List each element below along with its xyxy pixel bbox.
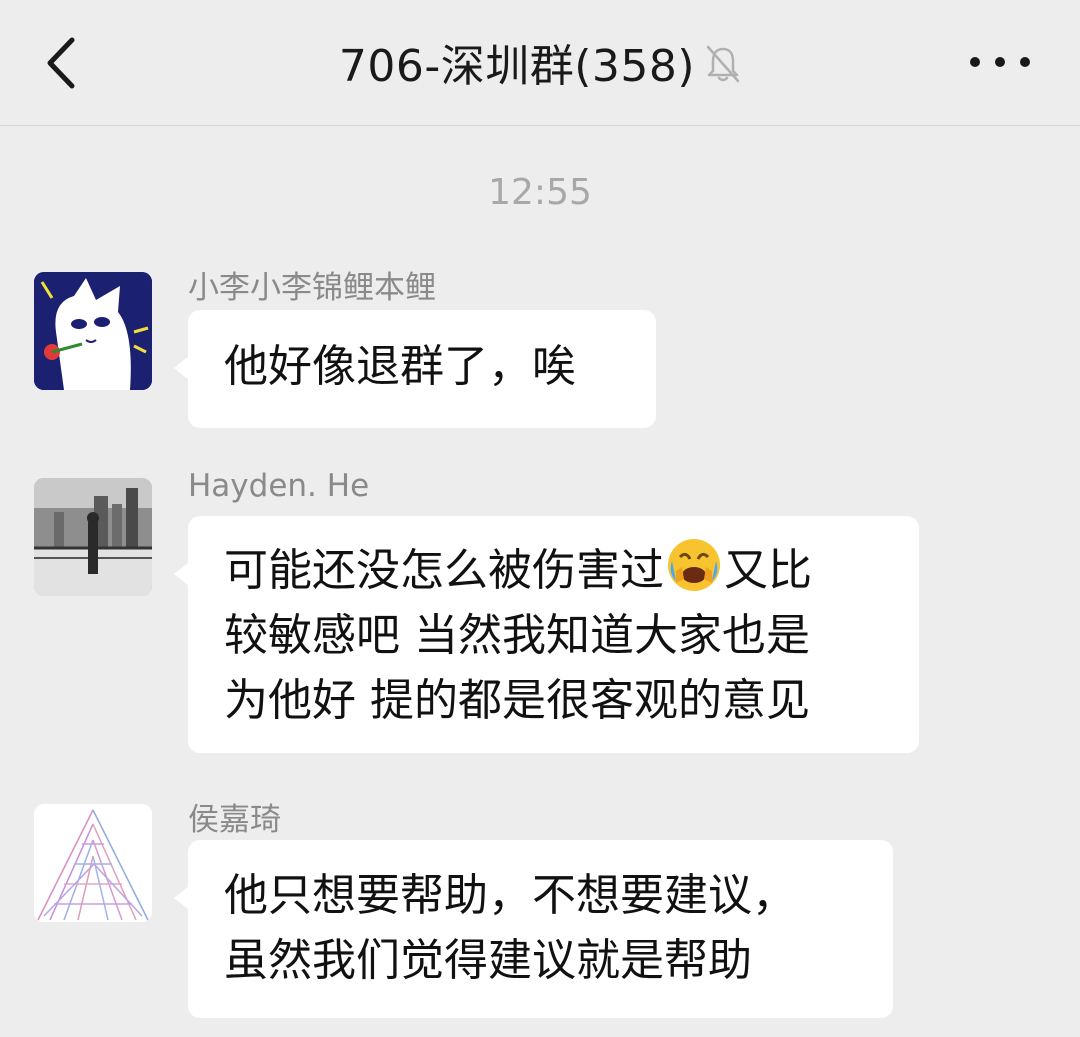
pattern-triangle-avatar	[34, 804, 152, 922]
message-bubble[interactable]: 他只想要帮助，不想要建议， 虽然我们觉得建议就是帮助	[174, 840, 893, 1018]
more-button[interactable]	[970, 50, 1030, 74]
message-timestamp: 12:55	[488, 172, 592, 213]
bell-muted-icon	[706, 45, 740, 83]
message-text: 又比	[724, 545, 812, 596]
sender-name: 小李小李锦鲤本鲤	[188, 270, 436, 306]
more-dot	[995, 57, 1005, 67]
city-photo-avatar	[34, 478, 152, 596]
face-with-tears-emoji-icon	[668, 539, 720, 591]
avatar[interactable]	[34, 478, 152, 596]
avatar[interactable]	[34, 272, 152, 390]
chat-header: 706-深圳群(358)	[0, 0, 1080, 126]
chat-screen: 706-深圳群(358) 12:55 小李小李锦鲤本鲤 他好像退群了，唉 Hay…	[0, 0, 1080, 1037]
message-text: 可能还没怎么被伤害过	[224, 545, 664, 596]
message-text: 虽然我们觉得建议就是帮助	[224, 935, 752, 986]
message-bubble[interactable]: 他好像退群了，唉	[174, 310, 656, 428]
sender-name: Hayden. He	[188, 468, 370, 504]
message-text: 他只想要帮助，不想要建议，	[224, 870, 796, 921]
message-bubble[interactable]: 可能还没怎么被伤害过 又比 较敏感吧 当然我知道大家也是 为他好 提的都是很客观…	[174, 516, 919, 753]
chat-title: 706-深圳群(358)	[338, 41, 696, 92]
cartoon-cat-avatar	[34, 272, 152, 390]
sender-name: 侯嘉琦	[188, 802, 281, 838]
title-wrap: 706-深圳群(358)	[0, 32, 1080, 92]
more-dot	[1020, 57, 1030, 67]
message-text-line: 可能还没怎么被伤害过 又比	[224, 537, 883, 603]
message-text: 较敏感吧 当然我知道大家也是	[224, 610, 810, 661]
more-dot	[970, 57, 980, 67]
message-text: 为他好 提的都是很客观的意见	[224, 675, 810, 726]
message-text: 他好像退群了，唉	[224, 341, 576, 392]
avatar[interactable]	[34, 804, 152, 922]
